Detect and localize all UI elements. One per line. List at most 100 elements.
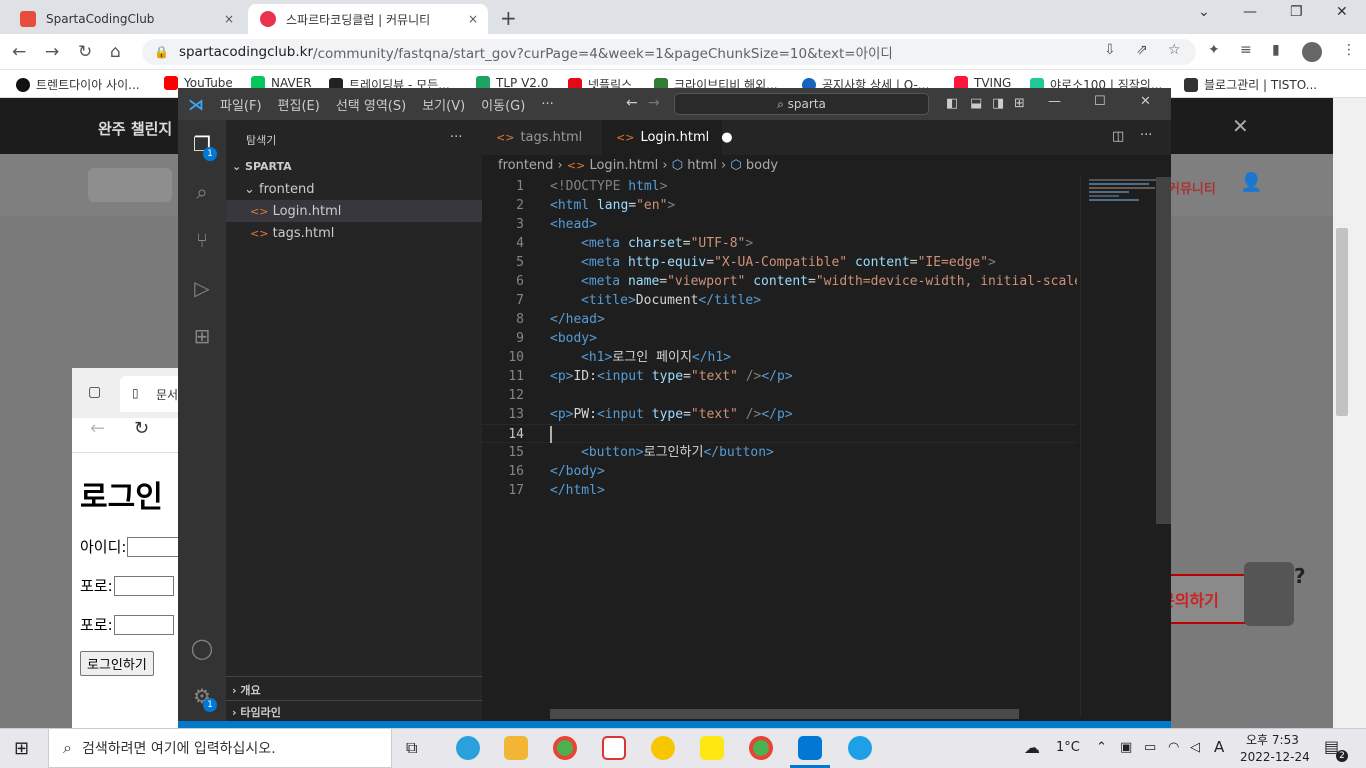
weather-icon[interactable]: ☁ [1024,738,1040,757]
close-tab-icon[interactable]: × [224,12,234,26]
clock-date[interactable]: 2022-12-24 [1240,750,1310,764]
search-icon[interactable]: ⌕ [190,180,214,204]
vscode-taskbar-icon[interactable] [798,736,822,760]
pw-input[interactable] [113,614,174,635]
file-item-login[interactable]: <> Login.html [250,204,341,219]
tab-actions-icon[interactable]: ▢ [88,384,101,400]
editor-scrollbar-thumb[interactable] [1156,177,1171,524]
breadcrumb-item[interactable]: frontend [498,158,553,173]
preview-browser-window: ▢ ▯ 문서 ← ↻ 로그인 아이디: 포로: 포로: 로그인하기 [72,368,190,728]
menu-more[interactable]: ··· [541,97,553,112]
user-icon[interactable]: 👤 [1240,172,1262,193]
toggle-panel-icon[interactable]: ⬓ [970,96,982,111]
editor-tab-tags[interactable]: <> tags.html [482,120,602,155]
editor-more-icon[interactable]: ··· [1140,128,1152,143]
telegram-icon[interactable] [456,736,480,760]
login-button[interactable]: 로그인하기 [80,651,154,676]
extensions-icon[interactable]: ⊞ [190,324,214,348]
menu-file[interactable]: 파일(F) [220,95,262,114]
maximize-icon[interactable]: ☐ [1094,94,1106,109]
code-editor[interactable]: 1 <!DOCTYPE html> 2 <html lang="en"> 3 <hea… [482,177,1077,717]
breadcrumb-item[interactable]: Login.html [589,158,658,173]
volume-icon[interactable]: ◁ [1190,740,1200,755]
close-tab-icon[interactable]: × [468,12,478,26]
banner-close-icon[interactable]: ✕ [1232,114,1249,138]
avatar[interactable] [1302,42,1322,62]
menu-selection[interactable]: 선택 영역(S) [336,95,406,114]
close-icon[interactable]: ✕ [1140,94,1151,109]
outline-section[interactable]: › 개요 [232,682,261,698]
install-icon[interactable]: ⇩ [1104,42,1116,58]
minimize-icon[interactable]: — [1048,94,1061,109]
taskbar-search-box[interactable]: ⌕ 검색하려면 여기에 입력하십시오. [48,728,392,768]
command-center-search[interactable]: ⌕ sparta [674,93,929,115]
file-item-tags[interactable]: <> tags.html [250,226,334,241]
reload-icon[interactable]: ↻ [78,42,92,62]
minimize-icon[interactable]: — [1243,4,1257,20]
nav-community[interactable]: 커뮤니티 [1168,178,1216,197]
back-icon[interactable]: ← [12,42,26,62]
browser-tab-sparta[interactable]: SpartaCodingClub × [8,4,244,34]
reload-icon[interactable]: ↻ [134,418,149,439]
app-icon[interactable] [602,736,626,760]
unsaved-dot-icon[interactable]: ● [721,130,732,145]
edge-icon[interactable] [848,736,872,760]
side-panel-icon[interactable]: ▮ [1272,42,1280,58]
toggle-secondary-sidebar-icon[interactable]: ◨ [992,96,1004,111]
nav-back-icon[interactable]: ← [626,95,638,111]
timeline-section[interactable]: › 타임라인 [232,704,281,720]
home-icon[interactable]: ⌂ [110,42,121,62]
horizontal-scrollbar[interactable] [550,709,1019,719]
breadcrumb-item[interactable]: body [746,158,778,173]
search-icon: ⌕ [63,738,72,757]
split-editor-icon[interactable]: ◫ [1112,129,1124,144]
ime-indicator[interactable]: A [1214,738,1224,756]
forward-icon[interactable]: → [45,42,59,62]
workspace-item[interactable]: ⌄ SPARTA [232,160,292,173]
menu-view[interactable]: 보기(V) [422,95,465,114]
window-close-icon[interactable]: ✕ [1336,4,1348,20]
nav-forward-icon[interactable]: → [648,95,660,111]
menu-icon[interactable]: ⋮ [1342,42,1356,58]
file-explorer-icon[interactable] [504,736,528,760]
bookmark-item[interactable]: 블로그관리 | TISTO... [1184,76,1317,93]
media-icon[interactable]: ≡ [1240,42,1252,58]
toggle-sidebar-icon[interactable]: ◧ [946,96,958,111]
new-tab-button[interactable]: + [500,6,517,30]
battery-icon[interactable]: ▭ [1144,740,1156,755]
restore-icon[interactable]: ❐ [1290,4,1303,20]
back-icon[interactable]: ← [90,418,105,439]
extensions-icon[interactable]: ✦ [1208,42,1220,58]
media-player-icon[interactable] [651,736,675,760]
clock-time[interactable]: 오후 7:53 [1246,731,1299,748]
chrome-icon[interactable] [553,736,577,760]
explorer-more-icon[interactable]: ··· [450,130,462,145]
tray-expand-icon[interactable]: ⌃ [1096,740,1107,755]
windows-start-icon[interactable]: ⊞ [14,738,29,759]
menu-edit[interactable]: 편집(E) [278,95,320,114]
browser-tab-community[interactable]: 스파르타코딩클럽 | 커뮤니티 × [248,4,488,34]
kakaotalk-icon[interactable] [700,736,724,760]
chrome-icon[interactable] [749,736,773,760]
network-icon[interactable]: ◠ [1168,740,1179,755]
pw-input[interactable] [113,575,174,596]
customize-layout-icon[interactable]: ⊞ [1014,96,1025,111]
breadcrumb-item[interactable]: html [687,158,717,173]
run-debug-icon[interactable]: ▷ [190,276,214,300]
menu-go[interactable]: 이동(G) [481,95,525,114]
page-icon: ▯ [132,386,139,400]
bookmark-item[interactable]: 트렌트다이아 사이... [16,76,140,93]
weather-temp[interactable]: 1°C [1056,740,1080,755]
source-control-icon[interactable]: ⑂ [190,228,214,252]
address-bar[interactable]: 🔒 spartacodingclub.kr/community/fastqna/… [142,39,1196,65]
accounts-icon[interactable]: ◯ [190,636,214,660]
site-logo[interactable] [88,168,172,202]
folder-item-frontend[interactable]: ⌄ frontend [244,182,314,197]
page-scrollbar-thumb[interactable] [1336,228,1348,416]
share-icon[interactable]: ⇗ [1136,42,1148,58]
editor-tab-login[interactable]: <> Login.html ● [602,120,733,155]
task-view-icon[interactable]: ⧉ [406,738,417,758]
bookmark-star-icon[interactable]: ☆ [1168,42,1181,58]
tray-app-icon[interactable]: ▣ [1120,740,1132,755]
tab-search-icon[interactable]: ⌄ [1198,4,1210,20]
